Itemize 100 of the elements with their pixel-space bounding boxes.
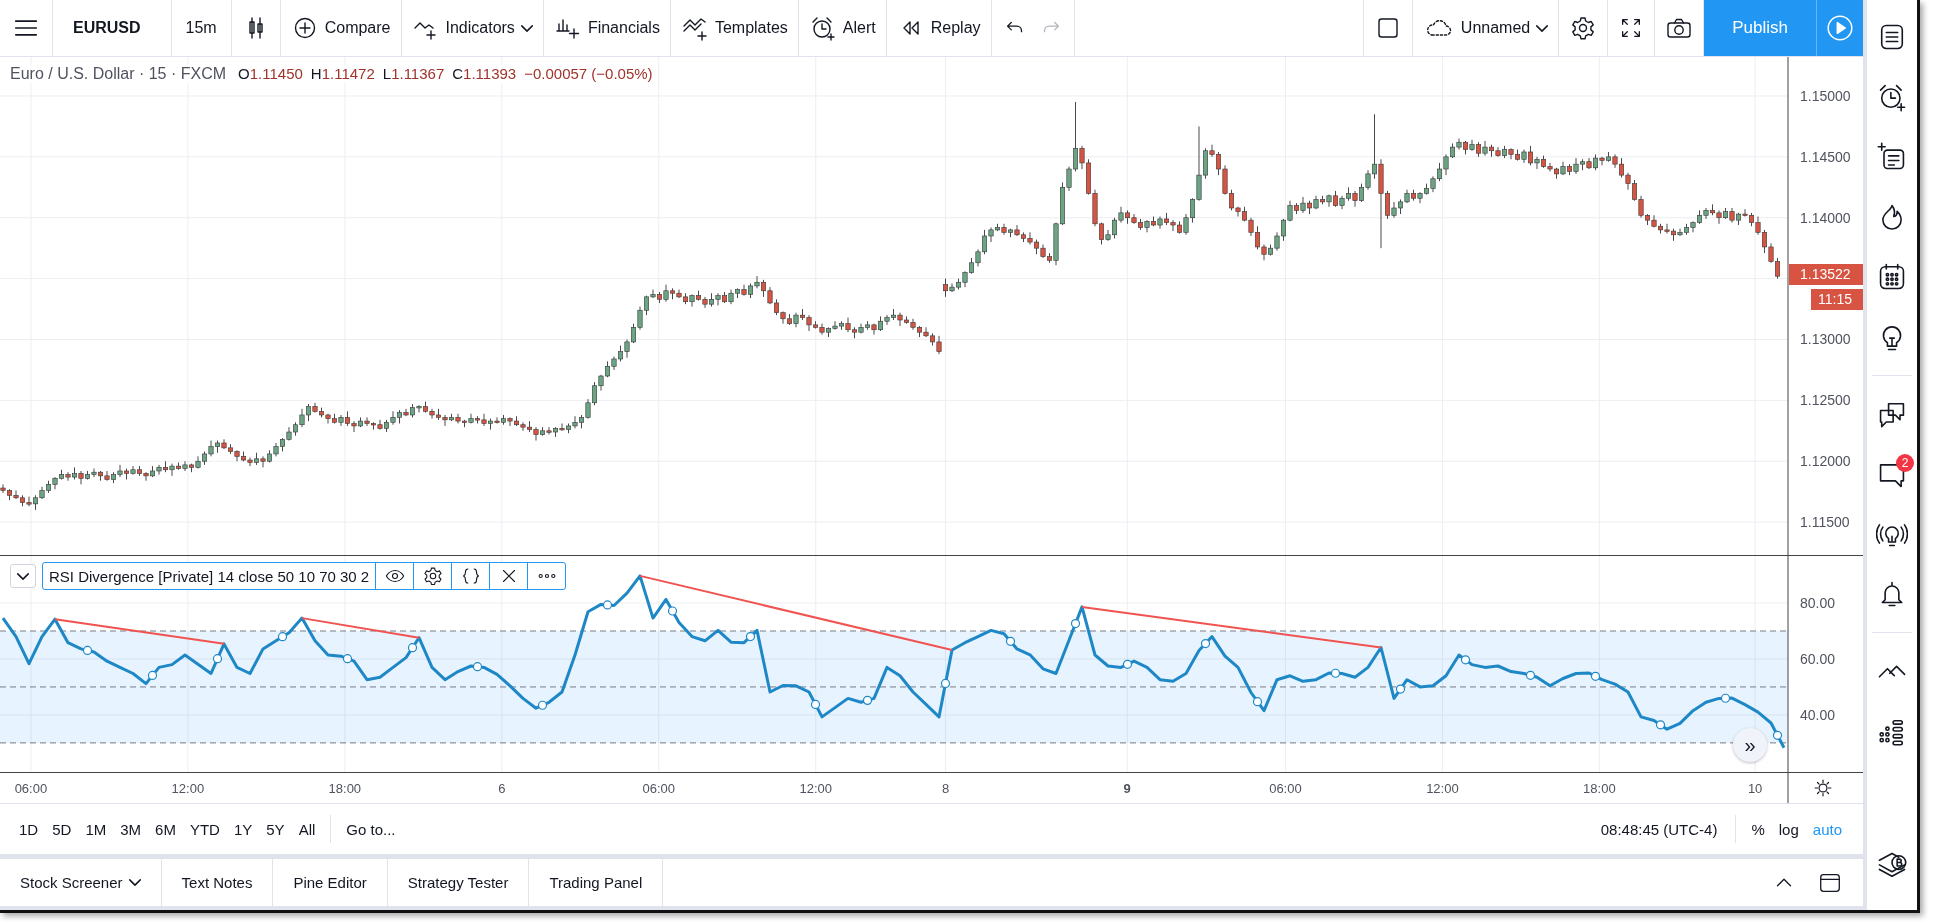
candlestick (923, 326, 929, 338)
candlestick (507, 416, 513, 427)
settings-icon[interactable] (421, 565, 444, 587)
panel-tab[interactable]: Trading Panel (529, 859, 664, 906)
range-button[interactable]: 1M (78, 820, 114, 838)
candlestick (741, 284, 747, 297)
scale-option[interactable]: % (1744, 820, 1772, 838)
range-button[interactable]: 6M (148, 820, 183, 838)
candlestick (637, 306, 643, 331)
time-axis-label: 06:00 (14, 781, 48, 796)
candlestick (546, 426, 552, 435)
candlestick (1079, 145, 1085, 170)
pivot-marker (1460, 655, 1471, 665)
pivot-marker (1655, 720, 1666, 730)
pivot-marker (407, 643, 418, 653)
ohlc-value: L1.11367 (382, 65, 445, 82)
candlestick (377, 419, 383, 431)
candlestick (1619, 157, 1624, 179)
candlestick (1274, 231, 1280, 252)
pivot-marker (1330, 668, 1341, 678)
candlestick (494, 416, 500, 424)
financials-button[interactable]: Financials (553, 14, 660, 42)
candlestick (1027, 231, 1033, 246)
goto-button[interactable]: Go to... (339, 820, 403, 838)
pivot-marker (277, 632, 288, 642)
range-button[interactable]: YTD (182, 820, 227, 838)
scale-option[interactable]: log (1771, 820, 1806, 838)
pivot-marker (1200, 639, 1211, 649)
range-button[interactable]: 5Y (259, 820, 292, 838)
pivot-marker (537, 700, 548, 710)
candlestick (884, 314, 890, 326)
range-button[interactable]: 5D (45, 820, 79, 838)
alert-button[interactable]: Alert (808, 14, 876, 42)
candlestick (1365, 169, 1371, 191)
panel-tab[interactable]: Text Notes (161, 859, 274, 906)
pivot-marker (1720, 693, 1731, 703)
price-change: −0.00057 (−0.05%) (524, 65, 653, 82)
candlestick (1209, 144, 1215, 158)
candlestick (299, 408, 305, 428)
last-price-label: 1.13522 (1789, 264, 1863, 285)
candlestick (1775, 257, 1780, 280)
clock-time: 08:48:45 (UTC-4) (1599, 820, 1719, 838)
candlestick (1255, 225, 1260, 250)
candlestick (1456, 138, 1462, 151)
candlestick (351, 420, 357, 433)
scroll-to-latest-button[interactable]: » (1733, 728, 1767, 762)
replay-button[interactable]: Replay (896, 14, 981, 42)
panel-tab[interactable]: Strategy Tester (387, 859, 530, 906)
pivot-marker (1122, 659, 1133, 669)
compare-button[interactable]: Compare (290, 14, 391, 42)
range-button[interactable]: 1Y (226, 820, 260, 838)
candlestick (260, 455, 266, 468)
range-button[interactable]: 1D (12, 820, 46, 838)
candlestick (910, 318, 916, 331)
price-axis-label: 1.12000 (1800, 453, 1851, 470)
layout-button[interactable]: Unnamed (1422, 14, 1549, 42)
pivot-marker (82, 645, 93, 656)
pivot-marker (862, 695, 873, 705)
indicators-button[interactable]: Indicators (411, 14, 533, 42)
candlestick (1638, 195, 1644, 219)
pivot-marker (745, 632, 756, 642)
candlestick (780, 310, 786, 325)
interval-button[interactable]: 15m (181, 19, 221, 37)
candlestick (1768, 242, 1774, 264)
candlestick (1443, 153, 1449, 176)
candlestick (1105, 229, 1111, 242)
time-axis-label: 10 (1747, 781, 1763, 796)
candlestick (1216, 151, 1221, 176)
candlestick (338, 414, 344, 427)
symbol-button[interactable]: EURUSD (63, 19, 161, 37)
candlestick (1437, 162, 1442, 182)
ohlc-value: C1.11393 (452, 65, 517, 82)
pivot-marker (1590, 671, 1601, 681)
countdown-label: 11:15 (1811, 289, 1863, 310)
collapse-button[interactable] (10, 564, 36, 588)
candlestick (481, 413, 487, 427)
notification-badge: 2 (1896, 454, 1914, 472)
candlestick (364, 416, 370, 427)
pivot-marker (472, 662, 483, 672)
candlestick (624, 338, 630, 359)
play-icon[interactable] (1825, 13, 1855, 43)
panel-tab[interactable]: Pine Editor (273, 859, 388, 906)
candlestick (1716, 209, 1722, 225)
pivot-marker (342, 654, 353, 664)
candlestick (533, 426, 539, 442)
candlestick (0, 483, 6, 494)
candlestick (1528, 145, 1533, 166)
panel-tab[interactable]: Stock Screener (0, 859, 162, 906)
range-button[interactable]: 3M (113, 820, 149, 838)
candlestick (754, 275, 760, 289)
candlestick (936, 335, 942, 355)
candlestick (1755, 216, 1761, 236)
candlestick (65, 471, 71, 482)
price-axis-label: 1.14000 (1800, 209, 1851, 226)
range-button[interactable]: All (291, 820, 323, 838)
sun-icon[interactable] (1815, 780, 1831, 796)
candlestick (832, 320, 838, 331)
price-axis-label: 1.11500 (1800, 514, 1850, 531)
templates-button[interactable]: Templates (680, 14, 788, 42)
candlestick (689, 293, 695, 308)
